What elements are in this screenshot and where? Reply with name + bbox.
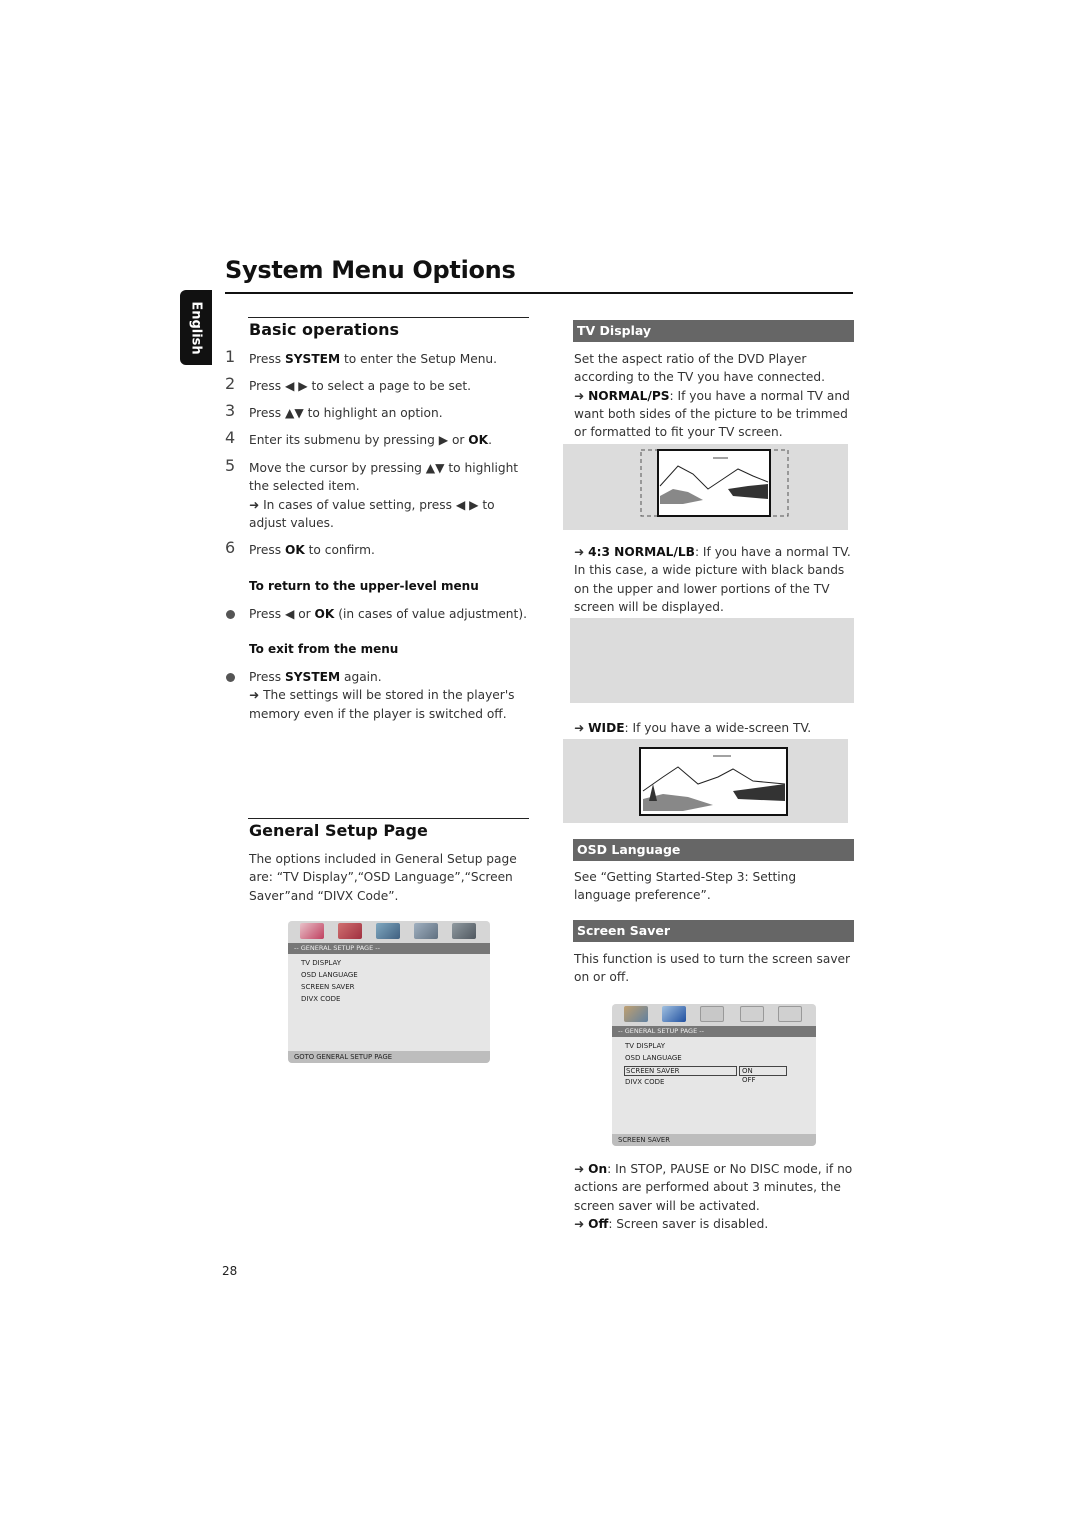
screen-saver-bar: Screen Saver — [573, 920, 854, 942]
step-number: 1 — [225, 347, 236, 366]
option-name: NORMAL/PS — [588, 388, 670, 403]
normal-ps-figure — [563, 444, 848, 530]
step-key: SYSTEM — [284, 352, 341, 366]
option-name: WIDE — [588, 721, 625, 735]
tv-display-intro: Set the aspect ratio of the DVD Player a… — [574, 352, 825, 385]
basic-operations-heading: Basic operations — [249, 320, 400, 339]
video-setup-icon — [700, 1006, 724, 1022]
arrow-icon: ➜ — [574, 721, 585, 735]
step-note: ➜ In cases of value setting, press ◀ ▶ t… — [249, 497, 495, 530]
tv-frame — [657, 449, 771, 517]
step-number: 4 — [225, 428, 236, 447]
option-name: 4:3 NORMAL/LB — [588, 545, 695, 559]
step-text: Press ▲▼ to highlight an option. — [249, 406, 443, 420]
preference-icon — [740, 1006, 764, 1022]
bullet-text: again. — [340, 670, 382, 684]
step-text: Press — [249, 352, 285, 366]
arrow-icon: ➜ — [574, 1162, 585, 1176]
bullet-key: SYSTEM — [284, 670, 341, 684]
audio-setup-icon — [662, 1006, 686, 1022]
title-rule — [225, 292, 853, 294]
option-name: Off — [588, 1216, 609, 1231]
widescreen-illustration — [639, 747, 788, 816]
osd-screen-saver-screen: -- GENERAL SETUP PAGE -- TV DISPLAY OSD … — [612, 1004, 816, 1146]
tv-display-bar: TV Display — [573, 320, 854, 342]
step-text: to confirm. — [304, 543, 375, 557]
pan-scan-illustration — [640, 449, 789, 517]
option-desc: : In STOP, PAUSE or No DISC mode, if no … — [574, 1162, 853, 1213]
exit-heading: To exit from the menu — [249, 642, 399, 656]
letterbox-figure — [570, 618, 854, 703]
osd-menu-item: TV DISPLAY — [625, 1042, 665, 1050]
screen-saver-text: This function is used to turn the screen… — [574, 952, 851, 985]
language-tab: English — [180, 290, 212, 365]
bullet-icon — [226, 610, 235, 619]
arrow-icon: ➜ — [574, 388, 585, 403]
step-text: Press — [249, 543, 285, 557]
lock-icon — [778, 1006, 802, 1022]
osd-option-off: OFF — [742, 1076, 756, 1084]
osd-footer: SCREEN SAVER — [612, 1134, 816, 1146]
step-text: to enter the Setup Menu. — [340, 352, 498, 366]
step-number: 3 — [225, 401, 236, 420]
osd-icon-strip — [612, 1004, 816, 1026]
section-rule — [248, 818, 529, 819]
osd-menu-item-selected: SCREEN SAVER — [624, 1066, 737, 1076]
normal-lb-text: ➜ 4:3 NORMAL/LB: If you have a normal TV… — [574, 543, 856, 616]
bullet-icon — [226, 673, 235, 682]
general-setup-heading: General Setup Page — [249, 821, 428, 840]
osd-header: -- GENERAL SETUP PAGE -- — [612, 1026, 816, 1037]
osd-general-setup-screen: -- GENERAL SETUP PAGE -- TV DISPLAY OSD … — [288, 921, 490, 1063]
option-name: On — [588, 1162, 608, 1176]
page-number: 28 — [222, 1264, 238, 1278]
osd-header: -- GENERAL SETUP PAGE -- — [288, 943, 490, 954]
step-text: Enter its submenu by pressing ▶ or — [249, 433, 469, 447]
osd-language-text: See “Getting Started-Step 3: Setting lan… — [574, 870, 797, 903]
osd-menu-item: OSD LANGUAGE — [301, 971, 358, 979]
page-title: System Menu Options — [225, 256, 516, 284]
osd-menu-item: TV DISPLAY — [301, 959, 341, 967]
bullet-text: (in cases of value adjustment). — [334, 607, 527, 621]
step-key: OK — [468, 433, 489, 447]
password-icon — [452, 923, 476, 939]
arrow-icon: ➜ — [574, 1216, 585, 1231]
osd-menu-item: SCREEN SAVER — [301, 983, 355, 991]
screen-saver-options: ➜ On: In STOP, PAUSE or No DISC mode, if… — [574, 1160, 856, 1233]
language-tab-label: English — [188, 300, 204, 355]
preference-icon — [414, 923, 438, 939]
bullet-key: OK — [314, 607, 335, 621]
osd-menu-item: OSD LANGUAGE — [625, 1054, 682, 1062]
option-desc: : Screen saver is disabled. — [608, 1216, 769, 1231]
general-setup-icon — [624, 1006, 648, 1022]
bullet-text: Press — [249, 670, 285, 684]
return-heading: To return to the upper-level menu — [249, 579, 479, 593]
step-text: . — [488, 433, 492, 447]
osd-option-on: ON — [739, 1066, 787, 1076]
wide-figure — [563, 739, 848, 823]
step-number: 6 — [225, 538, 236, 557]
audio-setup-icon — [338, 923, 362, 939]
video-setup-icon — [376, 923, 400, 939]
step-number: 5 — [225, 456, 236, 475]
step-text: Move the cursor by pressing ▲▼ to highli… — [249, 461, 519, 494]
osd-footer: GOTO GENERAL SETUP PAGE — [288, 1051, 490, 1063]
osd-menu-item: DIVX CODE — [301, 995, 341, 1003]
bullet-text: Press ◀ or — [249, 607, 315, 621]
tv-display-text: Set the aspect ratio of the DVD Player a… — [574, 350, 856, 441]
step-key: OK — [284, 543, 305, 557]
step-number: 2 — [225, 374, 236, 393]
arrow-icon: ➜ — [574, 545, 585, 559]
osd-menu-item: DIVX CODE — [625, 1078, 665, 1086]
option-desc: : If you have a wide-screen TV. — [624, 721, 812, 735]
osd-icon-strip — [288, 921, 490, 943]
wide-text: ➜ WIDE: If you have a wide-screen TV. — [574, 719, 856, 737]
osd-language-bar: OSD Language — [573, 839, 854, 861]
bullet-note: ➜ The settings will be stored in the pla… — [249, 688, 515, 721]
general-setup-intro: The options included in General Setup pa… — [249, 852, 517, 903]
general-setup-icon — [300, 923, 324, 939]
section-rule — [248, 317, 529, 318]
step-text: Press ◀ ▶ to select a page to be set. — [249, 379, 472, 393]
